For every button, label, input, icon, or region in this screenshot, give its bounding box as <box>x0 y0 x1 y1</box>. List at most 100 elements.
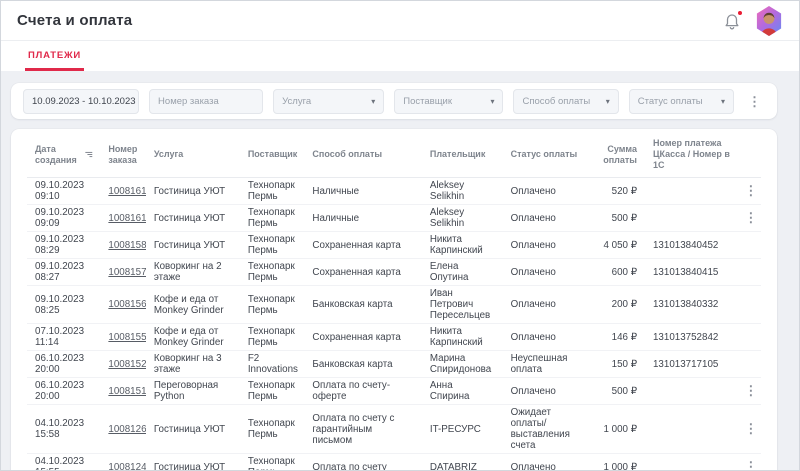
tab-payments[interactable]: ПЛАТЕЖИ <box>25 50 84 71</box>
order-link[interactable]: 1008161 <box>108 186 146 197</box>
row-menu-button[interactable]: ⋮ <box>740 457 761 471</box>
cell-payment_no <box>645 205 740 232</box>
order-link[interactable]: 1008126 <box>108 424 146 435</box>
order-link[interactable]: 1008161 <box>108 213 146 224</box>
cell-date: 07.10.2023 11:14 <box>27 324 100 351</box>
cell-payer: Aleksey Selikhin <box>422 178 503 205</box>
cell-date: 09.10.2023 08:29 <box>27 232 100 259</box>
order-link[interactable]: 1008158 <box>108 240 146 251</box>
notification-dot <box>737 10 743 16</box>
cell-provider: Технопарк Пермь <box>240 178 305 205</box>
avatar[interactable] <box>755 6 783 36</box>
provider-select[interactable]: Поставщик ▾ <box>394 89 503 114</box>
row-menu-button[interactable]: ⋮ <box>740 381 761 400</box>
cell-service: Переговорная Python <box>146 378 240 405</box>
table-header-row: Дата создания Номер заказа Услуга Постав… <box>27 131 761 178</box>
cell-menu <box>740 259 761 286</box>
row-menu-button[interactable]: ⋮ <box>740 208 761 227</box>
cell-status: Оплачено <box>503 259 593 286</box>
order-link[interactable]: 1008152 <box>108 359 146 370</box>
cell-sum: 146 ₽ <box>592 324 645 351</box>
order-link[interactable]: 1008124 <box>108 462 146 471</box>
tab-bar: ПЛАТЕЖИ <box>1 41 799 71</box>
payment-method-select[interactable]: Способ оплаты ▾ <box>513 89 618 114</box>
table-row: 04.10.2023 15:551008124Гостиница УЮТТехн… <box>27 454 761 471</box>
cell-provider: Технопарк Пермь <box>240 286 305 324</box>
cell-service: Гостиница УЮТ <box>146 178 240 205</box>
payment-status-select[interactable]: Статус оплаты ▾ <box>629 89 734 114</box>
cell-sum: 500 ₽ <box>592 378 645 405</box>
cell-order: 1008161 <box>100 205 146 232</box>
cell-status: Оплачено <box>503 286 593 324</box>
cell-payer: Иван Петрович Пересельцев <box>422 286 503 324</box>
cell-payment_no <box>645 178 740 205</box>
cell-provider: Технопарк Пермь <box>240 259 305 286</box>
order-link[interactable]: 1008157 <box>108 267 146 278</box>
cell-payment_no: 131013840332 <box>645 286 740 324</box>
column-header-date: Дата создания <box>27 131 100 178</box>
cell-provider: Технопарк Пермь <box>240 454 305 471</box>
row-menu-button[interactable]: ⋮ <box>740 419 761 438</box>
cell-date: 04.10.2023 15:55 <box>27 454 100 471</box>
cell-menu: ⋮ <box>740 405 761 454</box>
cell-method: Оплата по счету с гарантийным письмом <box>304 405 421 454</box>
notifications-button[interactable] <box>723 11 741 31</box>
order-number-input[interactable]: Номер заказа <box>149 89 263 114</box>
cell-method: Сохраненная карта <box>304 232 421 259</box>
cell-order: 1008156 <box>100 286 146 324</box>
column-header-provider: Поставщик <box>240 131 305 178</box>
chevron-down-icon: ▾ <box>606 97 610 106</box>
cell-order: 1008155 <box>100 324 146 351</box>
cell-method: Сохраненная карта <box>304 324 421 351</box>
cell-payer: Aleksey Selikhin <box>422 205 503 232</box>
cell-service: Кофе и еда от Monkey Grinder <box>146 324 240 351</box>
filters-menu-button[interactable]: ⋮ <box>744 93 765 110</box>
column-header-service: Услуга <box>146 131 240 178</box>
cell-payer: DATABRIZ <box>422 454 503 471</box>
cell-order: 1008124 <box>100 454 146 471</box>
cell-menu <box>740 351 761 378</box>
cell-payer: Марина Спиридонова <box>422 351 503 378</box>
cell-order: 1008158 <box>100 232 146 259</box>
cell-date: 06.10.2023 20:00 <box>27 378 100 405</box>
cell-sum: 600 ₽ <box>592 259 645 286</box>
cell-method: Наличные <box>304 178 421 205</box>
cell-date: 06.10.2023 20:00 <box>27 351 100 378</box>
cell-payment_no: 131013717105 <box>645 351 740 378</box>
cell-date: 09.10.2023 09:10 <box>27 178 100 205</box>
cell-provider: Технопарк Пермь <box>240 205 305 232</box>
cell-menu: ⋮ <box>740 454 761 471</box>
service-select[interactable]: Услуга ▾ <box>273 89 384 114</box>
date-range-input[interactable]: 10.09.2023 - 10.10.2023 <box>23 89 139 114</box>
cell-date: 09.10.2023 09:09 <box>27 205 100 232</box>
cell-payment_no: 131013752842 <box>645 324 740 351</box>
column-header-payer: Плательщик <box>422 131 503 178</box>
cell-status: Оплачено <box>503 378 593 405</box>
table-row: 09.10.2023 08:251008156Кофе и еда от Mon… <box>27 286 761 324</box>
cell-menu <box>740 324 761 351</box>
cell-menu <box>740 286 761 324</box>
order-link[interactable]: 1008155 <box>108 332 146 343</box>
table-row: 07.10.2023 11:14 1008155Кофе и еда от Mon… <box>27 324 761 351</box>
row-menu-button[interactable]: ⋮ <box>740 181 761 200</box>
cell-payment_no: 131013840452 <box>645 232 740 259</box>
cell-service: Кофе и еда от Monkey Grinder <box>146 286 240 324</box>
order-link[interactable]: 1008151 <box>108 386 146 397</box>
cell-date: 09.10.2023 08:27 <box>27 259 100 286</box>
cell-order: 1008152 <box>100 351 146 378</box>
cell-sum: 520 ₽ <box>592 178 645 205</box>
cell-service: Гостиница УЮТ <box>146 232 240 259</box>
table-row: 09.10.2023 09:091008161Гостиница УЮТТехн… <box>27 205 761 232</box>
order-link[interactable]: 1008156 <box>108 299 146 310</box>
cell-provider: Технопарк Пермь <box>240 324 305 351</box>
sort-icon[interactable] <box>85 150 93 159</box>
avatar-image <box>755 6 783 36</box>
table-row: 06.10.2023 20:00 1008152Коворкинг на 3 эт… <box>27 351 761 378</box>
chevron-down-icon: ▾ <box>371 97 375 106</box>
chevron-down-icon: ▾ <box>721 97 725 106</box>
cell-method: Банковская карта <box>304 351 421 378</box>
cell-service: Коворкинг на 3 этаже <box>146 351 240 378</box>
cell-menu: ⋮ <box>740 205 761 232</box>
column-header-method: Способ оплаты <box>304 131 421 178</box>
cell-menu: ⋮ <box>740 178 761 205</box>
